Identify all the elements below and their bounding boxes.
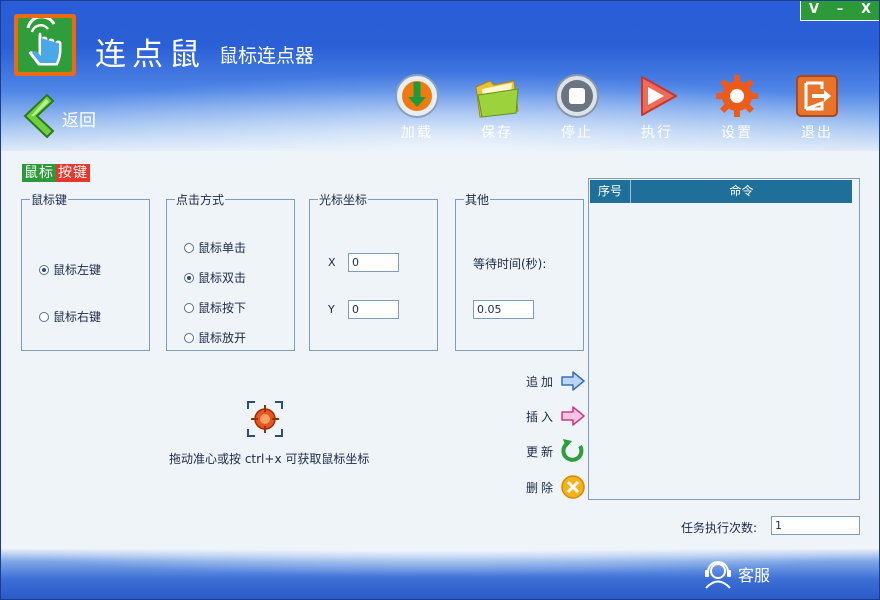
click-mode-group: 点击方式 鼠标单击 鼠标双击 鼠标按下 鼠标放开 xyxy=(166,191,295,351)
exit-button[interactable]: 退出 xyxy=(787,73,847,143)
stop-button[interactable]: 停止 xyxy=(547,73,607,143)
click-mode-group-title: 点击方式 xyxy=(176,193,225,207)
radio-press-down[interactable]: 鼠标按下 xyxy=(184,299,246,316)
exit-label: 退出 xyxy=(801,125,833,141)
load-button[interactable]: 加载 xyxy=(387,73,447,143)
radio-double-click[interactable]: 鼠标双击 xyxy=(184,269,246,286)
crosshair-icon xyxy=(247,401,283,437)
radio-double-click-label: 鼠标双击 xyxy=(198,271,247,285)
headset-icon xyxy=(705,561,731,589)
gear-icon xyxy=(716,75,758,117)
y-coord-input[interactable] xyxy=(348,300,399,319)
close-button[interactable]: X xyxy=(853,1,879,20)
exit-icon xyxy=(796,75,838,117)
mouse-button-group-title: 鼠标键 xyxy=(31,193,68,207)
app-window: 连点鼠 鼠标连点器 返回 V – X 加载 保存 停止 执行 设置 退出 鼠标 … xyxy=(0,0,880,600)
tab-key[interactable]: 按键 xyxy=(56,164,90,182)
radio-dot xyxy=(39,311,49,322)
execute-label: 执行 xyxy=(641,125,673,141)
column-command-header[interactable]: 命令 xyxy=(631,180,852,203)
settings-button[interactable]: 设置 xyxy=(707,73,767,143)
mouse-button-group: 鼠标键 鼠标左键 鼠标右键 xyxy=(21,191,150,351)
radio-single-click-label: 鼠标单击 xyxy=(198,241,247,255)
update-button[interactable]: 更新 xyxy=(526,438,586,464)
stop-icon xyxy=(555,74,599,118)
delete-label: 删除 xyxy=(526,480,557,495)
settings-label: 设置 xyxy=(721,125,753,141)
x-coord-input[interactable] xyxy=(348,253,399,272)
customer-service-button[interactable]: 客服 xyxy=(701,559,770,589)
header: 连点鼠 鼠标连点器 返回 V – X 加载 保存 停止 执行 设置 退出 xyxy=(1,1,879,151)
radio-left-button[interactable]: 鼠标左键 xyxy=(39,261,101,278)
task-count-label: 任务执行次数: xyxy=(681,521,758,535)
wait-time-label: 等待时间(秒): xyxy=(473,257,547,271)
mode-tabs: 鼠标 按键 xyxy=(22,164,90,182)
execute-button[interactable]: 执行 xyxy=(627,73,687,143)
load-label: 加载 xyxy=(401,125,433,141)
radio-dot xyxy=(184,272,194,283)
app-title: 连点鼠 xyxy=(95,37,206,73)
save-folder-icon xyxy=(475,80,519,118)
tab-mouse[interactable]: 鼠标 xyxy=(22,164,56,182)
radio-left-label: 鼠标左键 xyxy=(53,263,102,277)
radio-right-button[interactable]: 鼠标右键 xyxy=(39,308,101,325)
hand-pointer-icon xyxy=(26,18,63,67)
radio-dot xyxy=(184,242,194,253)
save-button[interactable]: 保存 xyxy=(467,73,527,143)
radio-dot xyxy=(184,332,194,343)
back-label: 返回 xyxy=(62,111,96,131)
stop-label: 停止 xyxy=(561,125,593,141)
radio-single-click[interactable]: 鼠标单击 xyxy=(184,239,246,256)
cursor-coords-group: 光标坐标 X Y xyxy=(309,191,438,351)
play-icon xyxy=(641,76,677,116)
delete-x-icon xyxy=(561,475,585,499)
back-arrow-icon xyxy=(23,93,55,139)
arrow-right-pink-icon xyxy=(561,406,585,426)
append-label: 追加 xyxy=(526,374,557,389)
delete-button[interactable]: 删除 xyxy=(526,474,586,500)
app-subtitle: 鼠标连点器 xyxy=(219,45,315,67)
dropdown-button[interactable]: V xyxy=(801,1,827,20)
other-group-title: 其他 xyxy=(465,193,490,207)
command-list[interactable]: 序号 命令 xyxy=(588,178,860,500)
crosshair-hint: 拖动准心或按 ctrl+x 可获取鼠标坐标 xyxy=(169,452,370,466)
radio-dot xyxy=(39,264,49,275)
footer: 客服 xyxy=(1,549,879,599)
insert-button[interactable]: 插入 xyxy=(526,403,586,429)
app-logo xyxy=(14,14,76,76)
radio-right-label: 鼠标右键 xyxy=(53,310,102,324)
other-group: 其他 等待时间(秒): xyxy=(455,191,584,351)
crosshair-target[interactable] xyxy=(246,400,284,441)
y-label: Y xyxy=(328,303,335,316)
cursor-coords-group-title: 光标坐标 xyxy=(319,193,368,207)
save-label: 保存 xyxy=(481,125,513,141)
wait-time-input[interactable] xyxy=(473,300,534,319)
refresh-icon xyxy=(561,439,584,462)
append-button[interactable]: 追加 xyxy=(526,368,586,394)
task-count-input[interactable] xyxy=(771,516,860,535)
window-controls: V – X xyxy=(800,1,879,21)
radio-press-down-label: 鼠标按下 xyxy=(198,301,247,315)
customer-service-label: 客服 xyxy=(738,566,771,585)
radio-dot xyxy=(184,302,194,313)
column-index-header[interactable]: 序号 xyxy=(590,180,631,203)
arrow-right-blue-icon xyxy=(561,371,585,391)
radio-release-label: 鼠标放开 xyxy=(198,331,247,345)
load-icon xyxy=(395,74,439,118)
x-label: X xyxy=(328,256,336,269)
minimize-button[interactable]: – xyxy=(827,1,853,20)
command-list-header: 序号 命令 xyxy=(590,180,852,203)
insert-label: 插入 xyxy=(526,409,557,424)
update-label: 更新 xyxy=(526,444,557,459)
radio-release[interactable]: 鼠标放开 xyxy=(184,329,246,346)
